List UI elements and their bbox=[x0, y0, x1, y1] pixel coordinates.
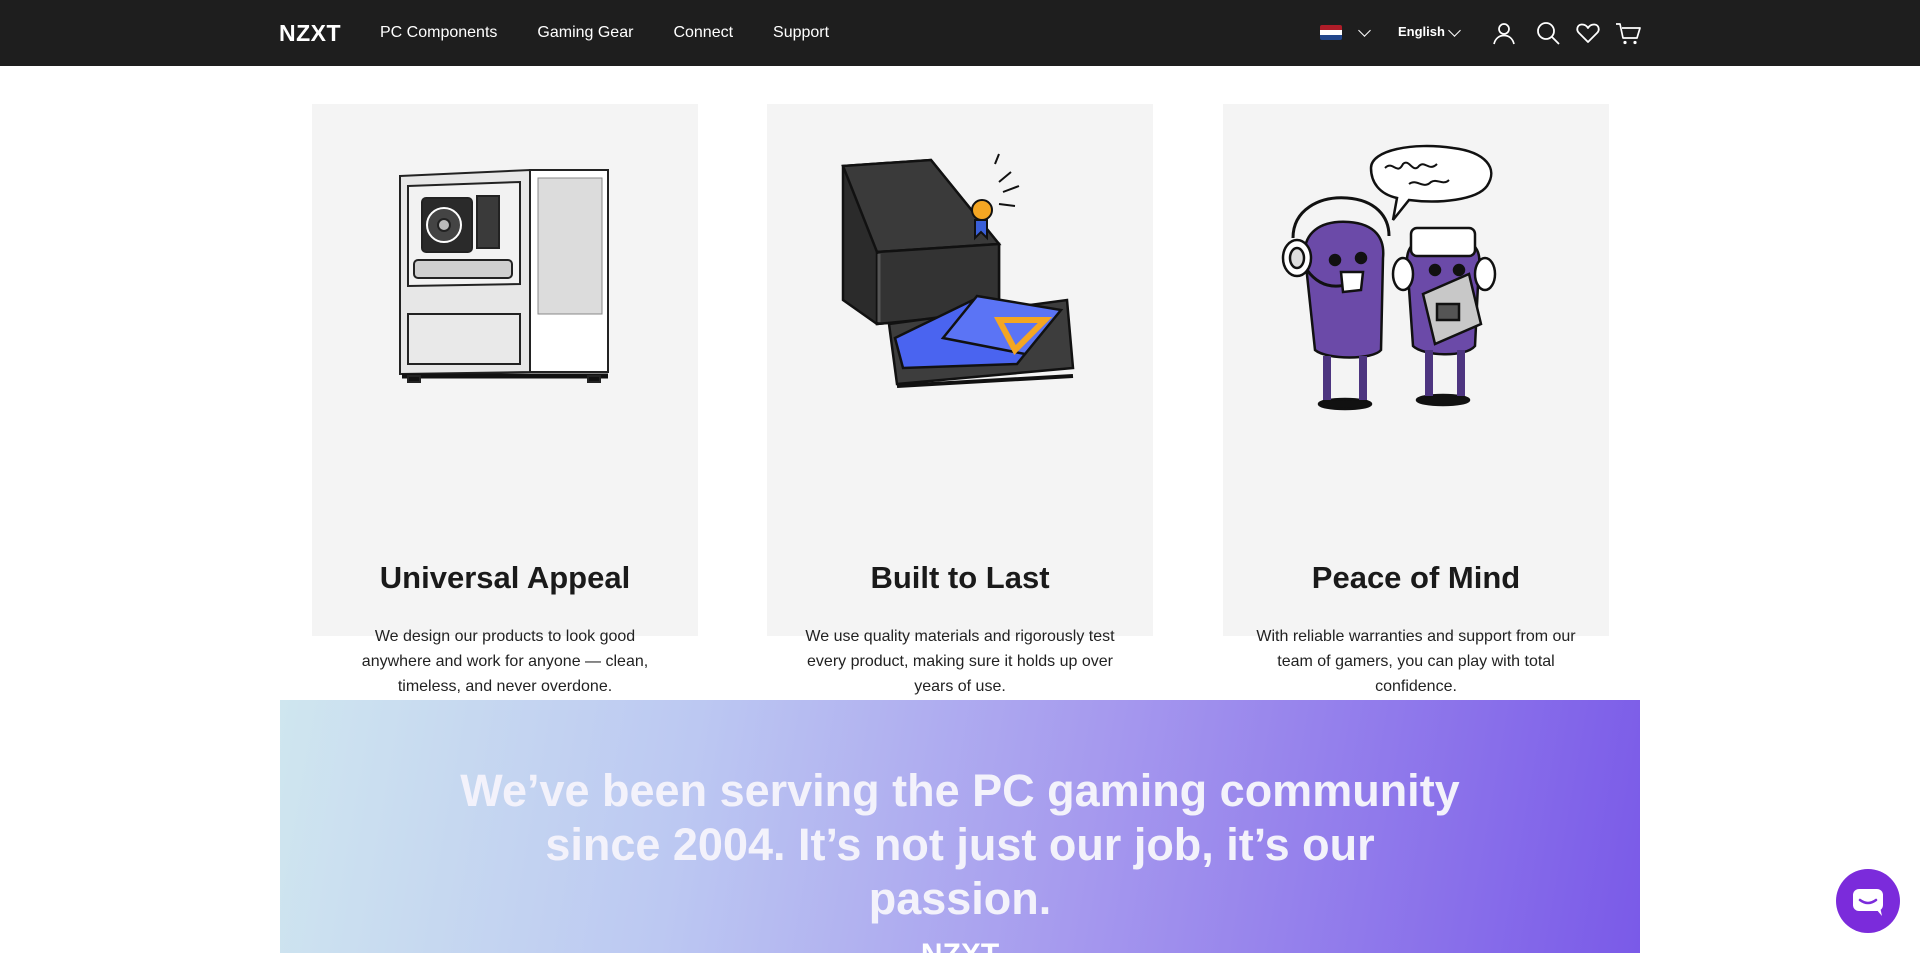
feature-title: Built to Last bbox=[870, 560, 1050, 595]
case-with-blueprints-illustration bbox=[767, 124, 1153, 424]
feature-card-universal-appeal: Universal Appeal We design our products … bbox=[312, 104, 698, 695]
cart-icon[interactable] bbox=[1614, 19, 1642, 47]
feature-card-built-to-last: Built to Last We use quality materials a… bbox=[767, 104, 1153, 695]
feature-card-peace-of-mind: Peace of Mind With reliable warranties a… bbox=[1223, 104, 1609, 695]
banner-nzxt-logo: NZXT bbox=[280, 938, 1640, 953]
netherlands-flag-icon[interactable] bbox=[1320, 25, 1342, 40]
feature-description: We design our products to look good anyw… bbox=[361, 628, 649, 695]
chat-bubble-icon bbox=[1853, 889, 1883, 916]
region-chevron-down-icon[interactable] bbox=[1358, 24, 1371, 37]
mission-banner: We’ve been serving the PC gaming communi… bbox=[280, 700, 1640, 953]
language-selector[interactable]: English bbox=[1398, 24, 1445, 39]
primary-nav: PC Components Gaming Gear Connect Suppor… bbox=[380, 0, 829, 66]
feature-description: With reliable warranties and support fro… bbox=[1256, 628, 1576, 695]
nav-pc-components[interactable]: PC Components bbox=[380, 24, 497, 42]
heart-icon[interactable] bbox=[1574, 19, 1602, 47]
top-navigation: NZXT PC Components Gaming Gear Connect S… bbox=[0, 0, 1920, 66]
nav-support[interactable]: Support bbox=[773, 24, 829, 42]
nav-gaming-gear[interactable]: Gaming Gear bbox=[537, 24, 633, 42]
feature-title: Universal Appeal bbox=[379, 560, 631, 595]
feature-title: Peace of Mind bbox=[1311, 560, 1521, 595]
search-icon[interactable] bbox=[1534, 19, 1562, 47]
language-chevron-down-icon[interactable] bbox=[1448, 24, 1461, 37]
user-icon[interactable] bbox=[1490, 19, 1518, 47]
feature-description: We use quality materials and rigorously … bbox=[805, 628, 1115, 695]
nav-connect[interactable]: Connect bbox=[673, 24, 733, 42]
mission-statement: We’ve been serving the PC gaming communi… bbox=[460, 765, 1460, 924]
support-characters-illustration bbox=[1223, 124, 1609, 424]
pc-case-illustration bbox=[312, 124, 698, 424]
chat-button[interactable] bbox=[1836, 869, 1900, 933]
nzxt-logo[interactable]: NZXT bbox=[279, 20, 341, 47]
